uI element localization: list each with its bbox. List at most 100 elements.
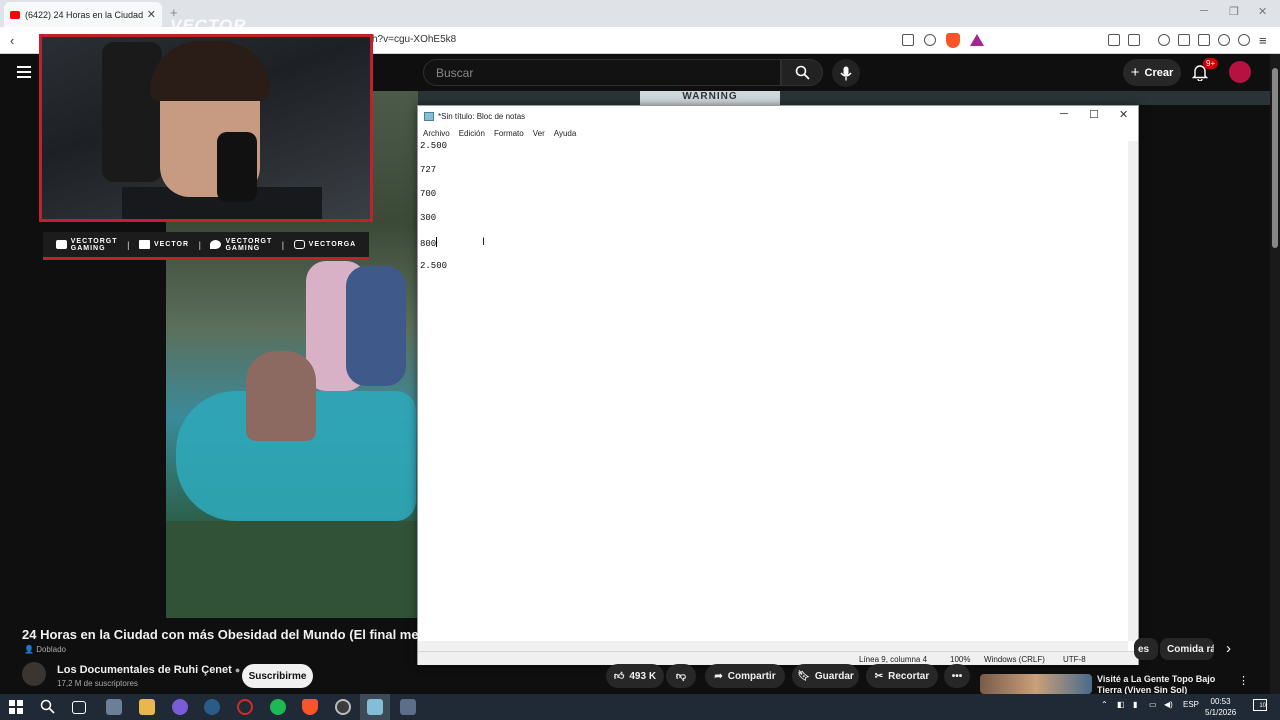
handle-line: VECTORGA <box>308 241 357 248</box>
channel-name-text: Los Documentales de Ruhi Çenet <box>57 664 232 676</box>
opera-icon[interactable] <box>237 699 253 715</box>
menu-icon[interactable]: ≡ <box>1259 33 1267 48</box>
recommended-title[interactable]: Visité a La Gente Topo Bajo Tierra (Vive… <box>1097 674 1227 694</box>
notepad-icon <box>424 111 434 121</box>
spotify-icon[interactable] <box>270 699 286 715</box>
grass <box>166 521 418 618</box>
chip-comida[interactable]: Comida rá <box>1160 638 1214 660</box>
back-icon[interactable]: ‹ <box>10 33 14 48</box>
file-explorer-icon[interactable] <box>139 699 155 715</box>
save-label: Guardar <box>814 670 854 682</box>
thumbs-down-icon: 👎︎ <box>675 671 687 682</box>
streamer-hair <box>150 41 270 101</box>
brave-rewards-icon[interactable] <box>970 34 984 46</box>
notepad-text-area[interactable]: 2.500 727 700 300 800 2.500 <box>420 141 1126 641</box>
obs-icon[interactable] <box>335 699 351 715</box>
music-icon[interactable] <box>1158 34 1170 46</box>
language-indicator[interactable]: ESP <box>1183 700 1199 709</box>
vertical-scrollbar[interactable] <box>1128 141 1138 641</box>
windows-taskbar <box>0 694 1280 720</box>
app-icon[interactable] <box>106 699 122 715</box>
save-button[interactable]: 🔖︎ Guardar <box>792 664 859 688</box>
menu-archivo[interactable]: Archivo <box>423 129 450 138</box>
extensions-icon[interactable] <box>1108 34 1120 46</box>
menu-edicion[interactable]: Edición <box>459 129 485 138</box>
twitter-icon <box>210 240 222 249</box>
tray-mic-icon[interactable]: ▮ <box>1133 700 1137 709</box>
task-view-icon[interactable] <box>72 701 86 714</box>
steam-icon[interactable] <box>204 699 220 715</box>
windows-start-icon[interactable] <box>9 700 23 714</box>
microphone-icon <box>840 66 852 80</box>
notification-center-icon[interactable]: 10 <box>1253 699 1267 711</box>
voice-search-button[interactable] <box>832 59 860 87</box>
search-input[interactable]: Buscar <box>423 59 781 86</box>
share-page-icon[interactable] <box>924 34 936 46</box>
clock-date: 5/1/2026 <box>1205 708 1237 717</box>
account-avatar[interactable] <box>1229 61 1251 83</box>
tray-app-icon[interactable]: ◧ <box>1117 700 1125 709</box>
network-icon[interactable]: ▭ <box>1149 700 1157 709</box>
discord-icon[interactable] <box>172 699 188 715</box>
search-icon <box>795 65 810 80</box>
notepad-title-bar[interactable]: *Sin título: Bloc de notas <box>418 106 1138 126</box>
close-window-icon[interactable]: ✕ <box>1258 5 1267 18</box>
notification-badge: 9+ <box>1203 58 1219 69</box>
system-clock[interactable]: 00:53 5/1/2026 <box>1205 696 1236 718</box>
sidebar-icon[interactable] <box>1178 34 1190 46</box>
webcam-overlay <box>39 34 373 222</box>
subscribe-button[interactable]: Suscribirme <box>242 664 313 688</box>
horizontal-scrollbar[interactable] <box>418 641 1128 651</box>
minimize-window-icon[interactable]: ─ <box>1200 5 1208 17</box>
microphone <box>217 132 257 202</box>
volume-icon[interactable]: ◀) <box>1164 700 1173 709</box>
restore-window-icon[interactable]: ❐ <box>1229 5 1239 18</box>
text-line: 300 <box>420 213 437 223</box>
menu-formato[interactable]: Formato <box>494 129 524 138</box>
recommended-thumbnail[interactable] <box>980 674 1092 694</box>
browser-tab[interactable]: (6422) 24 Horas en la Ciudad con ✕ <box>4 2 162 27</box>
clip-button[interactable]: ✂ Recortar <box>866 664 938 688</box>
url-text[interactable]: h?v=cgu-XOhE5k8 <box>372 34 456 45</box>
handle-line: GAMING <box>70 244 106 252</box>
handle-line: GAMING <box>225 244 261 252</box>
tray-chevron-icon[interactable]: ⌃ <box>1101 700 1108 709</box>
minimize-icon[interactable]: ─ <box>1060 108 1068 120</box>
bookmark-icon: 🔖︎ <box>797 670 810 682</box>
reader-icon[interactable] <box>1198 34 1210 46</box>
youtube-favicon-icon <box>10 10 20 19</box>
create-label: Crear <box>1144 66 1174 79</box>
text-cursor-icon: I <box>482 236 486 248</box>
brave-browser-icon[interactable] <box>302 699 318 715</box>
close-tab-icon[interactable]: ✕ <box>147 8 156 21</box>
brave-shield-icon[interactable] <box>946 33 960 48</box>
hamburger-menu-icon[interactable] <box>17 66 31 78</box>
menu-ver[interactable]: Ver <box>533 129 545 138</box>
cast-icon[interactable] <box>902 34 914 46</box>
search-taskbar-icon[interactable] <box>40 699 55 714</box>
like-button[interactable]: 👍︎ 493 K <box>606 664 664 688</box>
menu-ayuda[interactable]: Ayuda <box>554 129 577 138</box>
vpn-icon[interactable] <box>1238 34 1250 46</box>
calculator-icon[interactable] <box>400 699 416 715</box>
more-actions-button[interactable]: ••• <box>944 664 970 688</box>
leo-ai-icon[interactable] <box>1218 34 1230 46</box>
share-button[interactable]: ➦ Compartir <box>705 664 785 688</box>
channel-avatar[interactable] <box>22 662 46 686</box>
page-scroll-thumb[interactable] <box>1272 68 1278 248</box>
maximize-icon[interactable]: ☐ <box>1089 108 1099 121</box>
thumbs-up-icon: 👍︎ <box>613 671 625 682</box>
search-button[interactable] <box>781 59 823 86</box>
create-button[interactable]: + Crear <box>1123 59 1181 86</box>
share-arrow-icon: ➦ <box>714 670 723 682</box>
child-figure <box>346 266 406 386</box>
page-scrollbar[interactable] <box>1270 54 1280 694</box>
wallet-icon[interactable] <box>1128 34 1140 46</box>
close-icon[interactable]: ✕ <box>1119 108 1128 121</box>
channel-name[interactable]: Los Documentales de Ruhi Çenet ● <box>57 664 240 676</box>
recommended-more-icon[interactable]: ⋮ <box>1238 674 1249 687</box>
dislike-button[interactable]: 👎︎ <box>666 664 696 688</box>
chip-partial[interactable]: es <box>1134 638 1158 660</box>
notepad-taskbar-icon[interactable] <box>367 699 383 715</box>
chip-next-icon[interactable]: › <box>1226 640 1231 657</box>
